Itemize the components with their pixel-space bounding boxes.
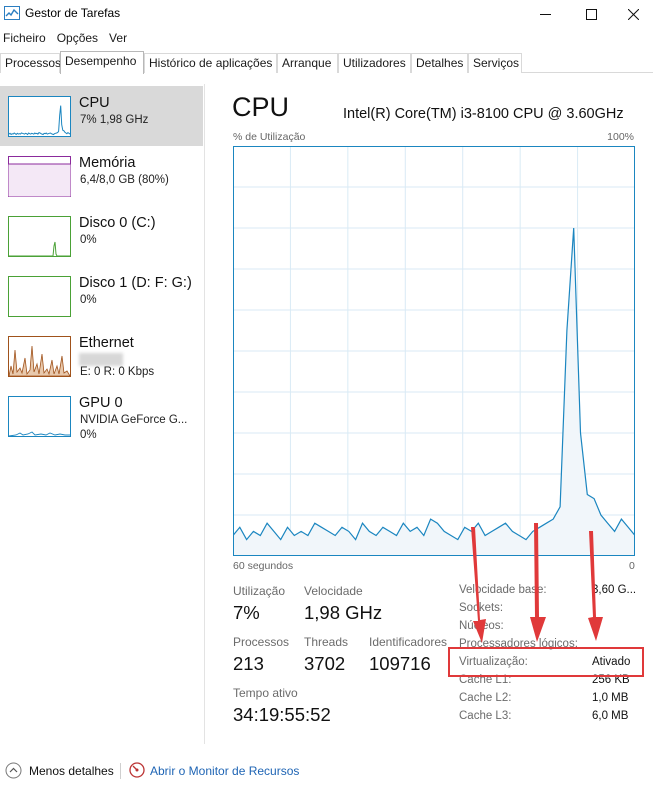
processes-label: Processos [233, 635, 290, 649]
resource-sidebar: CPU 7% 1,98 GHz Memória 6,4/8,0 GB (80%)… [0, 84, 205, 744]
footer-divider [120, 763, 121, 779]
cpu-model-name: Intel(R) Core(TM) i3-8100 CPU @ 3.60GHz [343, 106, 624, 122]
close-button[interactable] [613, 0, 653, 28]
cache-l3-label: Cache L3: [459, 710, 512, 722]
ethernet-adapter-redacted [79, 353, 123, 366]
task-manager-icon [4, 6, 20, 20]
cores-label: Núcleos: [459, 620, 504, 632]
disk1-thumbnail-graph [8, 276, 71, 317]
sidebar-disco0-title: Disco 0 (C:) [79, 215, 156, 231]
sidebar-cpu-value: 7% 1,98 GHz [80, 114, 149, 126]
speed-label: Velocidade [304, 584, 363, 598]
sidebar-disco0-value: 0% [80, 234, 97, 246]
ethernet-thumbnail-graph [8, 336, 71, 377]
sidebar-disco1-title: Disco 1 (D: F: G:) [79, 275, 192, 291]
cpu-utilization-graph [233, 146, 635, 556]
threads-value: 3702 [304, 653, 346, 674]
open-resource-monitor-link[interactable]: Abrir o Monitor de Recursos [150, 764, 299, 778]
speed-value: 1,98 GHz [304, 602, 383, 623]
chevron-up-icon[interactable] [5, 762, 22, 779]
sidebar-item-disco-1[interactable]: Disco 1 (D: F: G:) 0% [0, 266, 203, 326]
tab-arranque[interactable]: Arranque [277, 53, 338, 73]
minimize-icon [539, 13, 551, 15]
cpu-thumbnail-graph [8, 96, 71, 137]
utilization-value: 7% [233, 602, 260, 623]
cache-l2-label: Cache L2: [459, 692, 512, 704]
sidebar-cpu-title: CPU [79, 95, 110, 111]
fewer-details-button[interactable]: Menos detalhes [29, 764, 114, 778]
handles-label: Identificadores [369, 635, 448, 649]
memory-thumbnail-graph [8, 156, 71, 197]
tab-bar: Processos Desempenho Histórico de aplica… [0, 51, 653, 74]
sidebar-item-cpu[interactable]: CPU 7% 1,98 GHz [0, 86, 203, 146]
tab-servicos[interactable]: Serviços [468, 53, 522, 73]
utilization-axis-label: % de Utilização [233, 131, 306, 143]
tab-detalhes[interactable]: Detalhes [411, 53, 468, 73]
base-speed-label: Velocidade base: [459, 584, 547, 596]
resource-monitor-icon [129, 762, 145, 778]
sidebar-ethernet-title: Ethernet [79, 335, 134, 351]
menu-bar: Ficheiro Opções Ver [0, 29, 135, 47]
page-title: CPU [232, 92, 290, 122]
processes-value: 213 [233, 653, 264, 674]
sidebar-item-ethernet[interactable]: Ethernet E: 0 R: 0 Kbps [0, 326, 203, 386]
menu-opcoes[interactable]: Opções [54, 29, 102, 47]
virtualization-highlight-box [448, 647, 644, 677]
gpu-thumbnail-graph [8, 396, 71, 437]
close-icon [627, 8, 639, 20]
utilization-label: Utilização [233, 584, 286, 598]
sidebar-item-memoria[interactable]: Memória 6,4/8,0 GB (80%) [0, 146, 203, 206]
min-value-label: 0 [629, 560, 635, 572]
sidebar-gpu-model: NVIDIA GeForce G... [80, 414, 188, 426]
handles-value: 109716 [369, 653, 431, 674]
sidebar-item-gpu[interactable]: GPU 0 NVIDIA GeForce G... 0% [0, 386, 203, 446]
sidebar-memoria-value: 6,4/8,0 GB (80%) [80, 174, 169, 186]
sidebar-ethernet-value: E: 0 R: 0 Kbps [80, 366, 155, 378]
menu-ver[interactable]: Ver [106, 29, 131, 47]
footer-bar: Menos detalhes Abrir o Monitor de Recurs… [0, 755, 653, 789]
maximize-button[interactable] [568, 0, 614, 28]
menu-ficheiro[interactable]: Ficheiro [0, 29, 50, 47]
sidebar-memoria-title: Memória [79, 155, 136, 171]
sidebar-disco1-value: 0% [80, 294, 97, 306]
sidebar-gpu-value: 0% [80, 429, 97, 441]
disk0-thumbnail-graph [8, 216, 71, 257]
tab-historico[interactable]: Histórico de aplicações [144, 53, 277, 73]
tab-desempenho[interactable]: Desempenho [60, 51, 144, 74]
minimize-button[interactable] [522, 0, 568, 28]
tab-utilizadores[interactable]: Utilizadores [338, 53, 411, 73]
uptime-label: Tempo ativo [233, 686, 298, 700]
sidebar-item-disco-0[interactable]: Disco 0 (C:) 0% [0, 206, 203, 266]
base-speed-value: 3,60 G... [592, 584, 637, 596]
cache-l3-value: 6,0 MB [592, 710, 629, 722]
max-percent-label: 100% [607, 131, 634, 143]
sockets-label: Sockets: [459, 602, 504, 614]
uptime-value: 34:19:55:52 [233, 704, 331, 725]
title-bar: Gestor de Tarefas [0, 0, 653, 28]
maximize-icon [585, 8, 597, 20]
window-title: Gestor de Tarefas [25, 6, 121, 20]
time-window-label: 60 segundos [233, 560, 294, 572]
tab-processos[interactable]: Processos [0, 53, 61, 73]
threads-label: Threads [304, 635, 349, 649]
cache-l2-value: 1,0 MB [592, 692, 629, 704]
sidebar-gpu-title: GPU 0 [79, 395, 123, 411]
